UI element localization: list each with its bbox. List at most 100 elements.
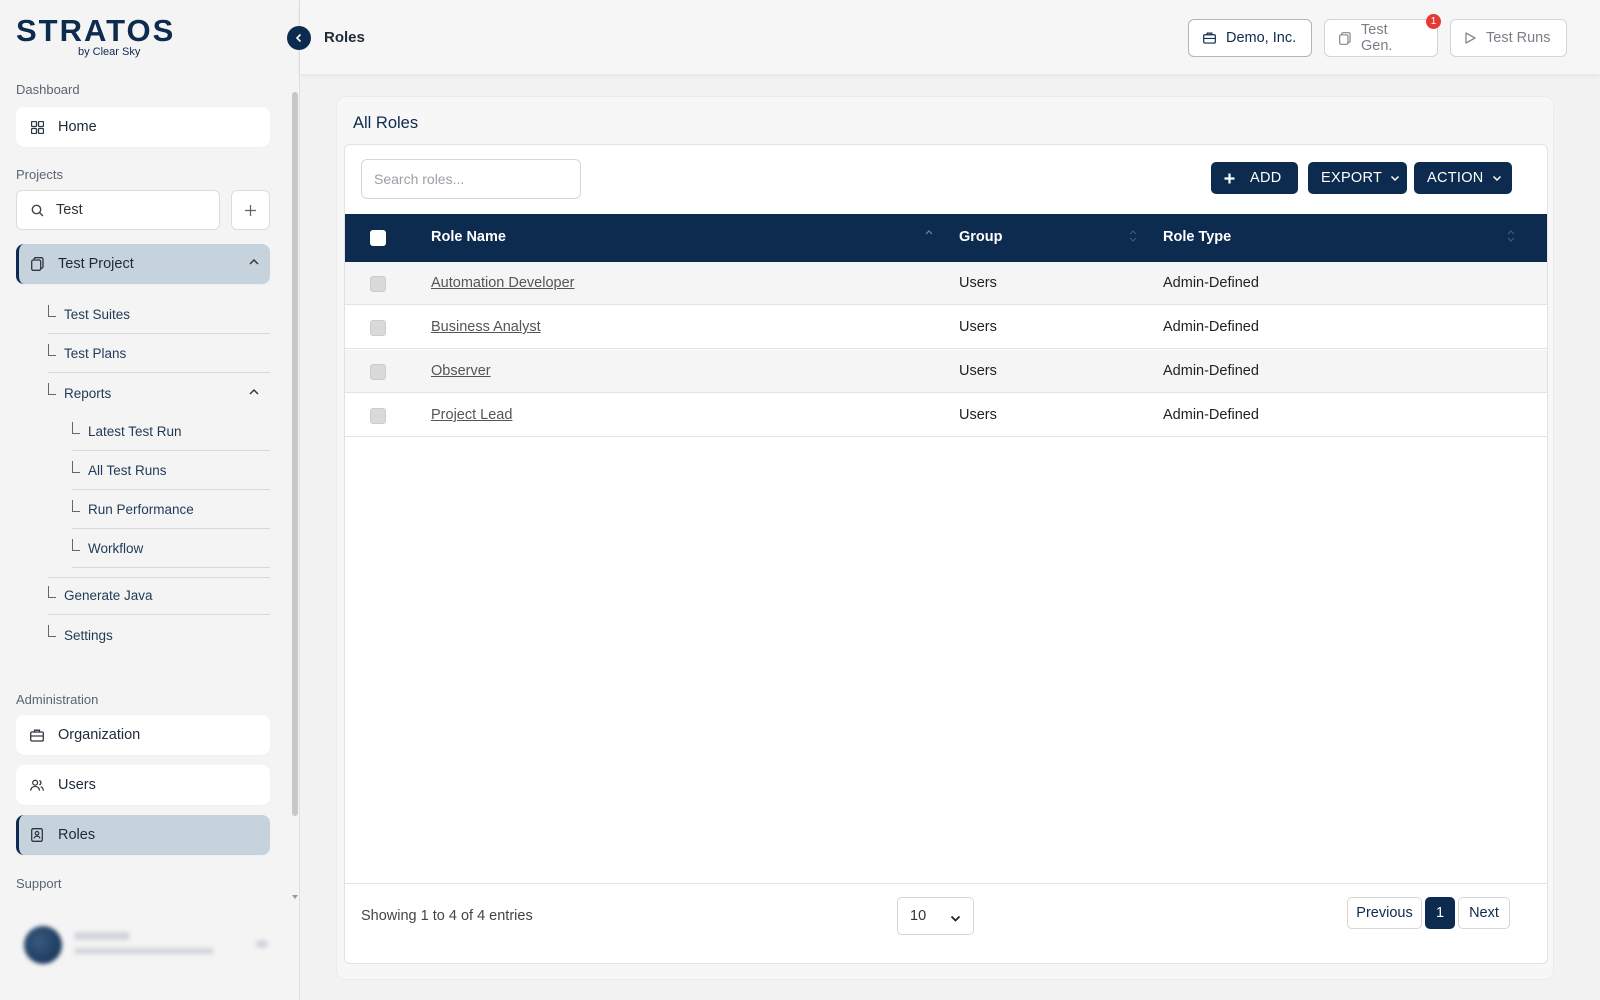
row-checkbox[interactable] [370,408,386,424]
sidebar-item-label: Users [58,777,96,793]
row-checkbox[interactable] [370,364,386,380]
add-project-button[interactable] [231,190,270,230]
tree-label: Test Plans [64,346,127,361]
sort-asc-icon[interactable] [925,229,933,243]
notification-badge: 1 [1426,14,1441,29]
table-header: Role Name Group Role Type [345,214,1547,262]
select-all-checkbox[interactable] [370,230,386,246]
role-name-link[interactable]: Project Lead [431,407,512,423]
section-label-projects: Projects [16,167,63,182]
sidebar-item-test-project[interactable]: Test Project [16,244,270,284]
briefcase-icon [1203,32,1216,44]
tree-label: All Test Runs [88,463,167,478]
sidebar-item-label: Organization [58,727,141,743]
user-profile-card[interactable] [16,916,276,976]
sidebar-item-organization[interactable]: Organization [16,715,270,755]
page-size-select[interactable]: 10 [897,897,974,935]
test-runs-label: Test Runs [1486,30,1551,46]
role-type: Admin-Defined [1163,275,1259,291]
brand-logo[interactable]: STRATOS by Clear Sky [16,14,175,59]
scroll-down-icon[interactable] [291,894,299,900]
document-icon [30,257,44,271]
entries-info: Showing 1 to 4 of 4 entries [361,908,533,924]
sidebar-item-run-performance[interactable]: Run Performance [72,491,270,529]
previous-page-button[interactable]: Previous [1347,897,1422,929]
sidebar-item-home[interactable]: Home [16,107,270,147]
table-row: Observer Users Admin-Defined [345,350,1547,393]
action-label: ACTION [1427,170,1484,186]
chevron-up-icon[interactable] [248,256,260,268]
sidebar-item-roles[interactable]: Roles [16,815,270,855]
sidebar-item-label: Test Project [58,256,134,272]
briefcase-icon [30,728,44,742]
role-name-link[interactable]: Business Analyst [431,319,541,335]
sidebar-item-generate-java[interactable]: Generate Java [48,577,270,615]
sort-icon[interactable] [1129,229,1137,243]
role-type: Admin-Defined [1163,363,1259,379]
play-icon [1465,32,1476,44]
role-group: Users [959,275,997,291]
test-gen-label: Test Gen. [1361,22,1393,54]
column-header-role-name[interactable]: Role Name [431,229,506,245]
collapse-sidebar-button[interactable] [287,26,311,50]
sidebar: STRATOS by Clear Sky Dashboard Home Proj… [0,0,300,1000]
sidebar-item-reports[interactable]: Reports [48,374,270,412]
section-label-support: Support [16,876,62,891]
chevron-down-icon [950,911,961,927]
tree-label: Workflow [88,541,144,556]
search-roles-input[interactable] [361,159,581,199]
table-row: Project Lead Users Admin-Defined [345,394,1547,437]
project-search-value: Test [56,202,83,218]
sidebar-scrollbar[interactable] [292,92,298,816]
role-type: Admin-Defined [1163,319,1259,335]
test-runs-button[interactable]: Test Runs [1450,19,1567,57]
role-group: Users [959,363,997,379]
tree-label: Reports [64,385,112,401]
users-icon [30,778,44,792]
sidebar-item-all-test-runs[interactable]: All Test Runs [72,452,270,490]
column-header-role-type[interactable]: Role Type [1163,229,1231,245]
table-row: Business Analyst Users Admin-Defined [345,306,1547,349]
document-icon [1339,31,1351,45]
sort-icon[interactable] [1507,229,1515,243]
chevron-up-icon[interactable] [248,386,260,398]
export-label: EXPORT [1321,170,1383,186]
add-button[interactable]: ADD [1211,162,1298,194]
page-size-value: 10 [910,908,927,924]
page-1-button[interactable]: 1 [1425,897,1455,929]
sidebar-item-users[interactable]: Users [16,765,270,805]
badge-icon [30,828,44,842]
column-header-group[interactable]: Group [959,229,1003,245]
grid-icon [30,120,44,134]
role-group: Users [959,319,997,335]
action-button[interactable]: ACTION [1414,162,1512,194]
section-label-dashboard: Dashboard [16,82,80,97]
sidebar-item-test-suites[interactable]: Test Suites [48,296,270,334]
top-bar: Roles Demo, Inc. Test Gen. 1 Test Runs [300,0,1600,74]
next-page-button[interactable]: Next [1458,897,1510,929]
export-button[interactable]: EXPORT [1308,162,1407,194]
tree-label: Settings [64,627,113,643]
sidebar-item-settings[interactable]: Settings [48,616,270,654]
sidebar-item-test-plans[interactable]: Test Plans [48,335,270,373]
chevron-left-icon [295,33,302,43]
add-label: ADD [1250,170,1282,186]
row-checkbox[interactable] [370,276,386,292]
test-gen-button[interactable]: Test Gen. 1 [1324,14,1441,57]
sidebar-item-latest-test-run[interactable]: Latest Test Run [72,413,270,451]
row-checkbox[interactable] [370,320,386,336]
divider [345,883,1547,884]
sidebar-item-label: Roles [58,827,96,843]
sidebar-item-workflow[interactable]: Workflow [72,530,270,568]
section-label-administration: Administration [16,692,99,707]
tree-label: Run Performance [88,502,194,517]
role-name-link[interactable]: Automation Developer [431,275,574,291]
plus-icon [245,204,256,216]
sidebar-item-label: Home [58,119,97,135]
organization-switch-button[interactable]: Demo, Inc. [1188,19,1312,57]
project-search-input[interactable]: Test [16,190,220,230]
role-name-link[interactable]: Observer [431,363,491,379]
tree-label: Generate Java [64,588,153,603]
avatar [24,926,62,964]
search-icon [31,204,44,217]
